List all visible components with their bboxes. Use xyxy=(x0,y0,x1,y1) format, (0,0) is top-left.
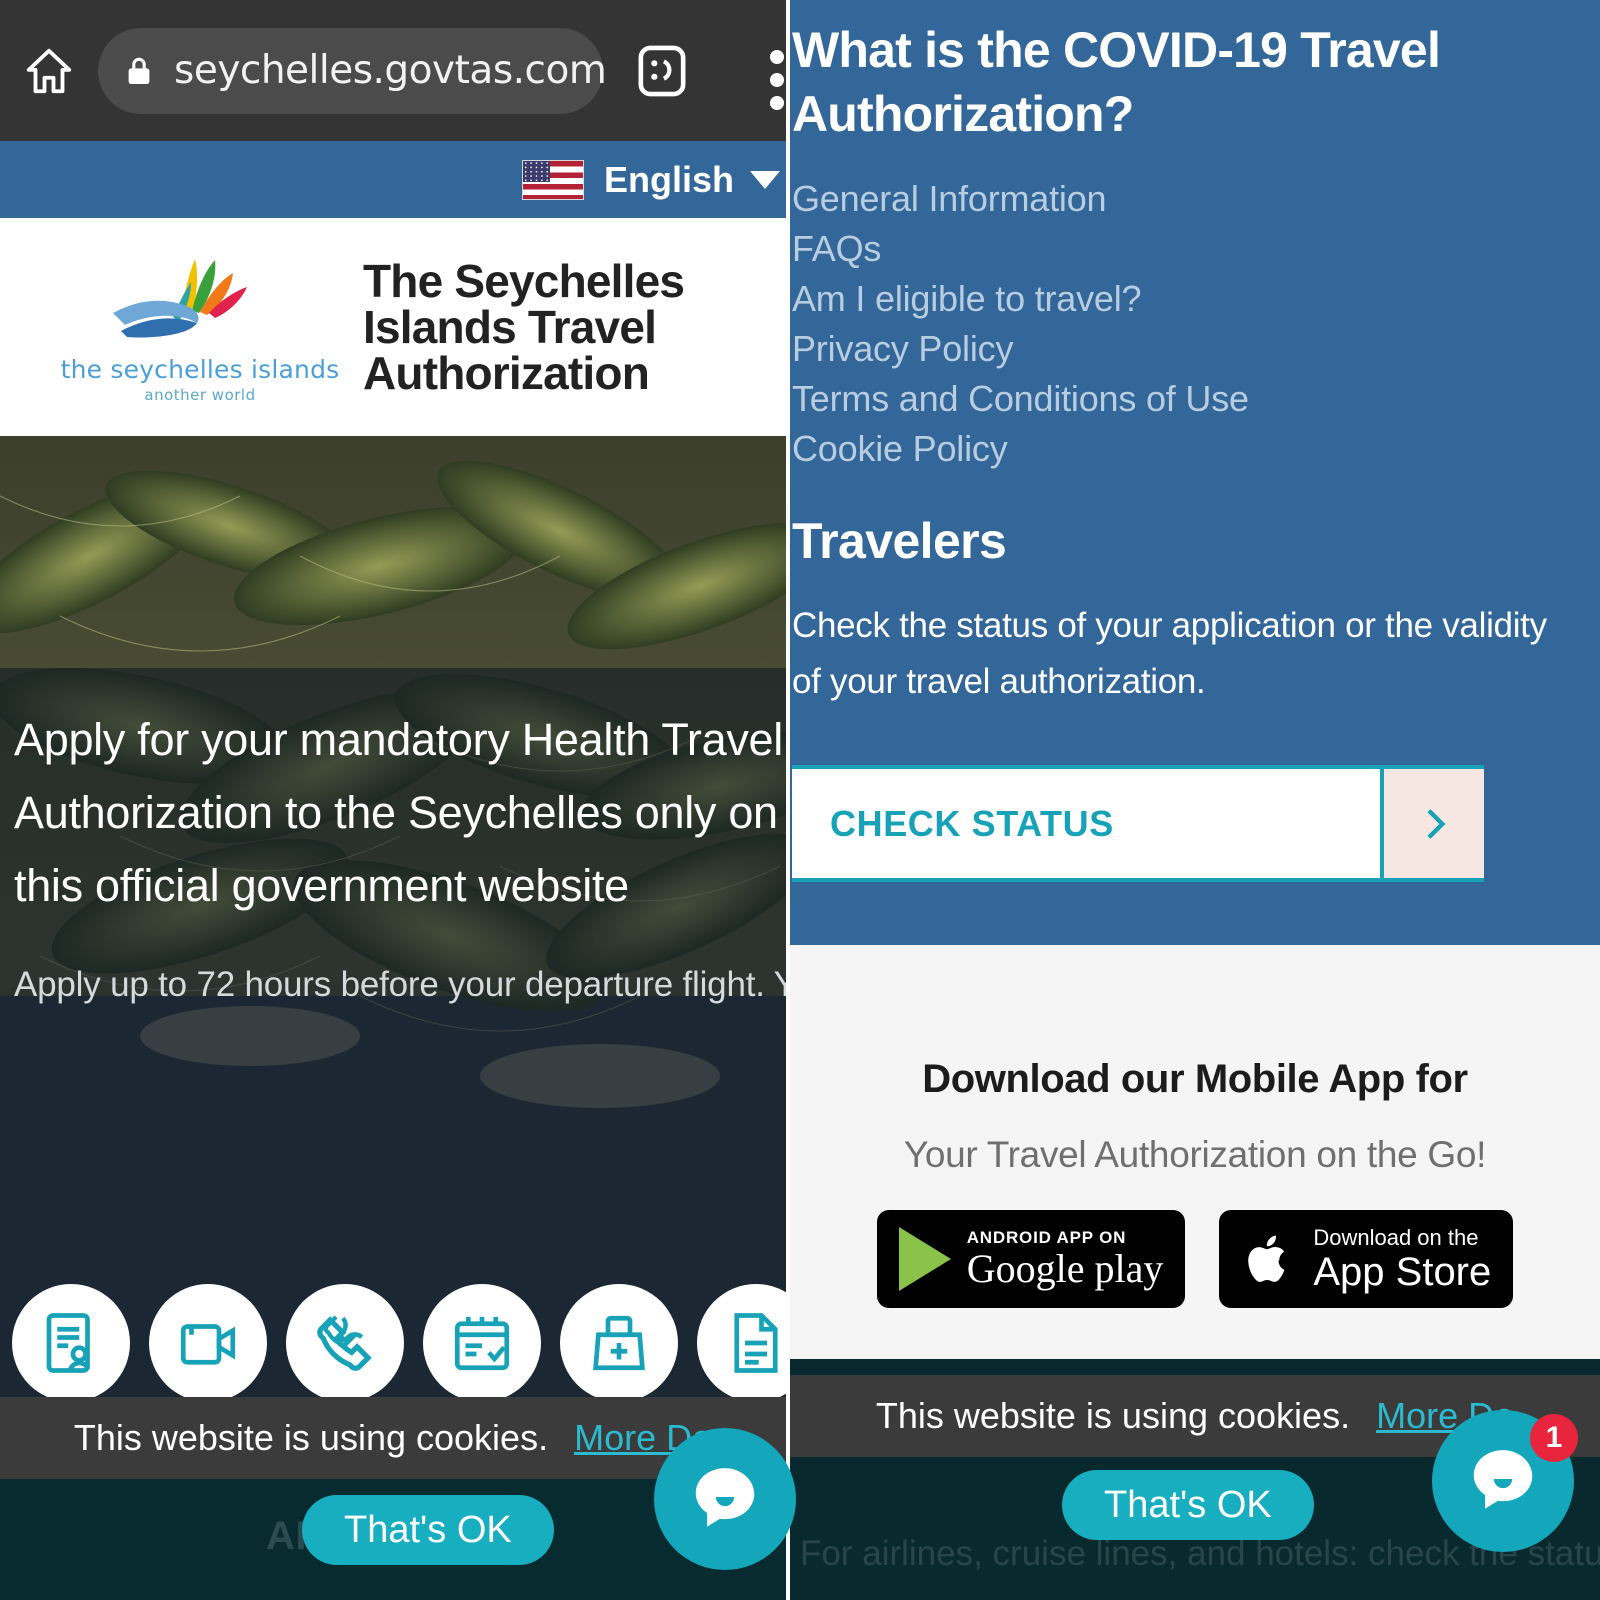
chevron-down-icon[interactable] xyxy=(750,170,780,189)
check-status-label-box[interactable]: CHECK STATUS xyxy=(792,769,1380,878)
left-browser-panel: seychelles.govtas.com English the seyche… xyxy=(0,0,786,1600)
check-status-button[interactable]: CHECK STATUS xyxy=(792,765,1484,882)
google-play-badge[interactable]: ANDROID APP ON Google play xyxy=(876,1210,1186,1308)
service-icon-video[interactable] xyxy=(149,1284,267,1400)
google-play-big-label: Google play xyxy=(966,1246,1164,1291)
address-bar[interactable]: seychelles.govtas.com xyxy=(98,27,607,114)
chevron-right-icon xyxy=(1427,808,1446,839)
store-badges: ANDROID APP ON Google play Download on t… xyxy=(790,1210,1600,1308)
language-selector[interactable]: English xyxy=(0,141,786,218)
url-text: seychelles.govtas.com xyxy=(174,48,607,93)
seychelles-logo[interactable]: the seychelles islands another world xyxy=(55,251,345,404)
mobile-app-section: Download our Mobile App for Your Travel … xyxy=(790,945,1600,1359)
hero-heading: Apply for your mandatory Health Travel A… xyxy=(14,714,783,911)
kebab-menu-icon[interactable] xyxy=(770,50,784,110)
cookie-accept-button-left[interactable]: That's OK xyxy=(302,1495,554,1565)
hero-paragraph: Apply up to 72 hours before your departu… xyxy=(14,964,786,1004)
chat-bubble-icon xyxy=(695,1468,755,1527)
apple-logo-icon xyxy=(1248,1235,1285,1282)
right-browser-panel: What is the COVID-19 Travel Authorizatio… xyxy=(786,0,1600,1600)
check-status-arrow-box[interactable] xyxy=(1380,769,1484,878)
link-terms-and-conditions[interactable]: Terms and Conditions of Use xyxy=(792,374,1578,424)
covid-authorization-heading: What is the COVID-19 Travel Authorizatio… xyxy=(792,22,1441,142)
app-store-small-label: Download on the xyxy=(1313,1224,1479,1250)
service-icon-row xyxy=(12,1284,786,1400)
screenshot-root: seychelles.govtas.com English the seyche… xyxy=(0,0,1600,1600)
calendar-check-icon xyxy=(454,1316,510,1371)
app-subheading: Your Travel Authorization on the Go! xyxy=(903,1134,1487,1175)
cookie-message-left: This website is using cookies. xyxy=(73,1417,549,1458)
hero-content: Apply for your mandatory Health Travel A… xyxy=(14,704,786,1012)
info-link-list: General Information FAQs Am I eligible t… xyxy=(792,174,1578,474)
site-title: The Seychelles Islands Travel Authorizat… xyxy=(363,255,685,399)
service-icon-document-person[interactable] xyxy=(12,1284,130,1400)
service-icon-medical-bag[interactable] xyxy=(560,1284,678,1400)
logo-text-primary: the seychelles islands xyxy=(60,354,340,384)
logo-text-tagline: another world xyxy=(144,385,256,404)
us-flag-icon xyxy=(521,159,584,200)
travelers-heading: Travelers xyxy=(792,513,1007,570)
service-icon-phone[interactable] xyxy=(286,1284,404,1400)
chat-fab-left[interactable] xyxy=(654,1428,796,1570)
cookie-accept-button-right[interactable]: That's OK xyxy=(1062,1470,1314,1540)
cookie-message-right: This website is using cookies. xyxy=(875,1395,1351,1436)
chat-unread-badge: 1 xyxy=(1530,1414,1578,1462)
google-play-icon xyxy=(898,1227,951,1291)
travelers-paragraph: Check the status of your application or … xyxy=(792,606,1547,702)
app-store-big-label: App Store xyxy=(1313,1249,1492,1294)
app-heading: Download our Mobile App for xyxy=(922,1057,1468,1101)
browser-toolbar: seychelles.govtas.com xyxy=(0,0,786,141)
logo-mark-icon xyxy=(112,258,247,337)
medical-bag-icon xyxy=(593,1315,645,1371)
link-privacy-policy[interactable]: Privacy Policy xyxy=(792,324,1578,374)
site-header: the seychelles islands another world The… xyxy=(0,218,786,436)
chat-bubble-icon xyxy=(1473,1450,1533,1509)
document-icon xyxy=(734,1313,778,1373)
google-play-small-label: ANDROID APP ON xyxy=(966,1228,1127,1247)
chat-fab-right[interactable]: 1 xyxy=(1432,1410,1578,1552)
home-icon[interactable] xyxy=(22,44,76,98)
lock-icon xyxy=(128,57,150,84)
link-general-information[interactable]: General Information xyxy=(792,174,1578,224)
document-person-icon xyxy=(46,1313,91,1373)
link-cookie-policy[interactable]: Cookie Policy xyxy=(792,424,1578,474)
tab-counter-icon[interactable] xyxy=(637,44,687,98)
video-camera-icon xyxy=(180,1324,236,1365)
link-eligibility[interactable]: Am I eligible to travel? xyxy=(792,274,1578,324)
app-store-badge[interactable]: Download on the App Store xyxy=(1219,1210,1514,1308)
service-icon-document[interactable] xyxy=(697,1284,786,1400)
language-label: English xyxy=(603,158,734,200)
service-icon-calendar-check[interactable] xyxy=(423,1284,541,1400)
check-status-label: CHECK STATUS xyxy=(830,802,1114,844)
hero-section: Apply for your mandatory Health Travel A… xyxy=(0,436,786,1400)
phone-icon xyxy=(317,1315,372,1371)
link-faqs[interactable]: FAQs xyxy=(792,224,1578,274)
